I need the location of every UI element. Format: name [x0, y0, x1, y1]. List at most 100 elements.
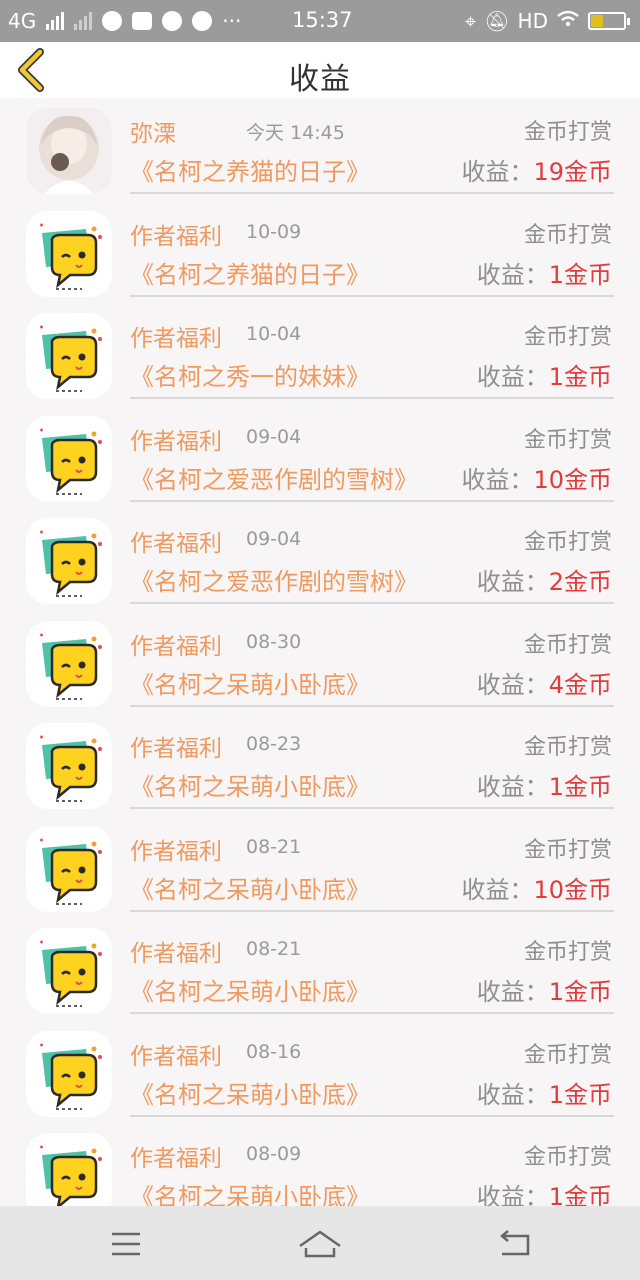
- item-date: 09-04: [246, 425, 302, 448]
- earnings: 收益：1金币: [477, 357, 612, 392]
- divider: [130, 192, 614, 194]
- app-header: 收益: [0, 42, 640, 98]
- mute-icon: 🔕︎: [484, 9, 510, 33]
- chat-bubble-avatar: [26, 1133, 112, 1206]
- earnings: 收益：1金币: [477, 1177, 612, 1206]
- more-icon: ···: [222, 9, 242, 33]
- list-item[interactable]: 作者福利 09-04 金币打赏 《名柯之爱恶作剧的雪树》 收益：10金币: [0, 406, 640, 508]
- reward-type: 金币打赏: [523, 735, 612, 760]
- reward-type: 金币打赏: [523, 325, 612, 350]
- book-title: 《名柯之呆萌小卧底》: [130, 773, 370, 801]
- earnings-amount: 1金币: [548, 773, 612, 801]
- chat-bubble-avatar: [26, 723, 112, 809]
- divider: [130, 1114, 614, 1117]
- item-date: 08-21: [246, 938, 302, 960]
- list-item[interactable]: 作者福利 08-21 金币打赏 《名柯之呆萌小卧底》 收益：10金币: [0, 816, 640, 918]
- status-left: 4G ···: [8, 9, 241, 33]
- back-nav-button[interactable]: [486, 1224, 546, 1264]
- chat-bubble-icon: [26, 928, 112, 1014]
- earnings-amount: 1金币: [548, 363, 612, 391]
- earnings: 收益：19金币: [461, 152, 612, 187]
- list-item[interactable]: 作者福利 08-21 金币打赏 《名柯之呆萌小卧底》 收益：1金币: [0, 918, 640, 1020]
- list-item[interactable]: 作者福利 08-16 金币打赏 《名柯之呆萌小卧底》 收益：1金币: [0, 1021, 640, 1123]
- reward-type: 金币打赏: [523, 222, 612, 248]
- divider: [130, 807, 614, 809]
- reward-type: 金币打赏: [523, 1042, 612, 1068]
- earnings-amount: 1金币: [548, 978, 612, 1006]
- sender-name: 作者福利: [130, 428, 222, 455]
- reward-type: 金币打赏: [523, 632, 612, 658]
- divider: [130, 602, 614, 604]
- earnings-label: 收益：: [461, 158, 534, 186]
- book-title: 《名柯之秀一的妹妹》: [130, 363, 370, 391]
- book-title: 《名柯之养猫的日子》: [130, 260, 370, 289]
- page-title: 收益: [289, 62, 351, 97]
- item-date: 08-16: [246, 1040, 302, 1063]
- status-bar: 4G ··· 15:37 ⌖ 🔕︎ HD: [0, 0, 640, 42]
- divider: [130, 294, 614, 297]
- item-date: 今天 14:45: [246, 122, 345, 144]
- item-date: 08-09: [246, 1143, 302, 1165]
- earnings-amount: 1金币: [548, 1183, 612, 1206]
- sender-name: 作者福利: [130, 736, 222, 762]
- girl-avatar: [26, 108, 112, 194]
- list-item[interactable]: 作者福利 09-04 金币打赏 《名柯之爱恶作剧的雪树》 收益：2金币: [0, 508, 640, 610]
- item-date: 10-04: [246, 323, 302, 345]
- earnings-amount: 19金币: [533, 158, 612, 186]
- book-title: 《名柯之呆萌小卧底》: [130, 1183, 370, 1206]
- chat-bubble-avatar: [26, 1030, 112, 1117]
- sender-name: 弥溧: [130, 121, 176, 147]
- app-notification-icon: [102, 11, 123, 31]
- list-item[interactable]: 作者福利 08-09 金币打赏 《名柯之呆萌小卧底》 收益：1金币: [0, 1123, 640, 1206]
- item-date: 08-21: [246, 835, 302, 858]
- reward-type: 金币打赏: [523, 940, 612, 965]
- book-title: 《名柯之呆萌小卧底》: [130, 670, 370, 699]
- earnings-label: 收益：: [476, 363, 549, 391]
- reward-type: 金币打赏: [523, 427, 612, 453]
- location-icon: ⌖: [464, 9, 477, 33]
- item-date: 08-30: [246, 630, 302, 653]
- menu-button[interactable]: [96, 1224, 156, 1264]
- return-icon: [500, 1230, 530, 1256]
- chat-bubble-avatar: [26, 210, 112, 297]
- reward-type: 金币打赏: [523, 1145, 612, 1170]
- chat-bubble-icon: [26, 1030, 112, 1117]
- earnings-label: 收益：: [476, 1080, 549, 1109]
- earnings: 收益：1金币: [477, 1075, 612, 1110]
- list-item[interactable]: 作者福利 10-04 金币打赏 《名柯之秀一的妹妹》 收益：1金币: [0, 303, 640, 405]
- book-title: 《名柯之呆萌小卧底》: [130, 875, 370, 904]
- mail-icon: [132, 12, 153, 30]
- book-title: 《名柯之养猫的日子》: [130, 158, 370, 186]
- book-title: 《名柯之爱恶作剧的雪树》: [130, 568, 418, 596]
- divider: [130, 704, 614, 707]
- sender-name: 作者福利: [130, 531, 222, 557]
- earnings-label: 收益：: [476, 1183, 549, 1206]
- sender-name: 作者福利: [130, 1146, 222, 1172]
- signal-icon: [46, 12, 65, 30]
- list-item[interactable]: 作者福利 10-09 金币打赏 《名柯之养猫的日子》 收益：1金币: [0, 201, 640, 303]
- sender-name: 作者福利: [130, 326, 222, 352]
- earnings-amount: 1金币: [548, 1080, 612, 1109]
- wifi-icon: [556, 9, 580, 33]
- item-date: 08-23: [246, 733, 302, 755]
- book-title: 《名柯之呆萌小卧底》: [130, 978, 370, 1006]
- chat-bubble-avatar: [26, 518, 112, 604]
- signal-2-icon: [74, 12, 93, 30]
- list-item[interactable]: 作者福利 08-23 金币打赏 《名柯之呆萌小卧底》 收益：1金币: [0, 713, 640, 815]
- divider: [130, 1012, 614, 1014]
- sender-name: 作者福利: [130, 223, 222, 250]
- chat-bubble-icon: [26, 518, 112, 604]
- list-item[interactable]: 弥溧 今天 14:45 金币打赏 《名柯之养猫的日子》 收益：19金币: [0, 98, 640, 200]
- earnings: 收益：1金币: [477, 767, 612, 802]
- list-item[interactable]: 作者福利 08-30 金币打赏 《名柯之呆萌小卧底》 收益：4金币: [0, 611, 640, 713]
- message-icon: [192, 11, 213, 31]
- status-right: ⌖ 🔕︎ HD: [464, 9, 630, 33]
- earnings-label: 收益：: [476, 670, 549, 699]
- earnings-label: 收益：: [476, 773, 549, 801]
- earnings-amount: 2金币: [548, 568, 612, 596]
- earnings: 收益：2金币: [477, 562, 612, 597]
- home-button[interactable]: [290, 1224, 350, 1264]
- system-nav-bar: [0, 1206, 640, 1280]
- sender-name: 作者福利: [130, 838, 222, 865]
- status-time: 15:37: [292, 8, 353, 32]
